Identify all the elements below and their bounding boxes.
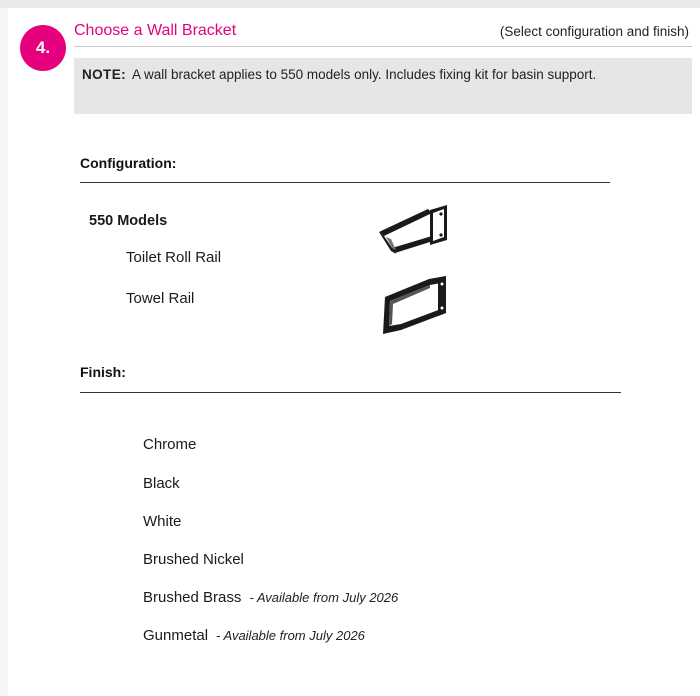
note-text: A wall bracket applies to 550 models onl… bbox=[132, 67, 597, 82]
towel-rail-bracket-icon bbox=[383, 276, 446, 334]
top-strip bbox=[0, 0, 700, 8]
finish-divider bbox=[80, 392, 621, 393]
step-number: 4. bbox=[35, 38, 51, 57]
configuration-option-towel-rail[interactable]: Towel Rail bbox=[126, 290, 194, 307]
note-box: NOTE: A wall bracket applies to 550 model… bbox=[74, 58, 692, 114]
finish-heading: Finish: bbox=[80, 364, 126, 380]
finish-option-label: Brushed Nickel bbox=[143, 551, 244, 568]
finish-option-black[interactable]: Black bbox=[143, 475, 180, 492]
note-label: NOTE: bbox=[82, 67, 126, 82]
models-group-label: 550 Models bbox=[89, 213, 168, 229]
finish-option-brushed-brass[interactable]: Brushed Brass - Available from July 2026 bbox=[143, 589, 398, 606]
finish-option-white[interactable]: White bbox=[143, 513, 181, 530]
finish-option-label: Black bbox=[143, 475, 180, 492]
section-hint: (Select configuration and finish) bbox=[499, 24, 689, 39]
finish-option-chrome[interactable]: Chrome bbox=[143, 436, 196, 453]
finish-option-label: White bbox=[143, 513, 182, 530]
availability-note: - Available from July 2026 bbox=[216, 628, 365, 643]
configuration-divider bbox=[80, 182, 610, 183]
header-divider bbox=[74, 46, 692, 47]
availability-note: - Available from July 2026 bbox=[249, 590, 399, 605]
finish-option-label: Brushed Brass bbox=[143, 589, 242, 606]
configuration-heading: Configuration: bbox=[80, 155, 177, 171]
configuration-option-toilet-roll-rail[interactable]: Toilet Roll Rail bbox=[126, 249, 221, 266]
step-number-badge: 4. bbox=[20, 25, 66, 71]
finish-option-brushed-nickel[interactable]: Brushed Nickel bbox=[143, 551, 244, 568]
section-title: Choose a Wall Bracket bbox=[74, 22, 237, 39]
finish-option-label: Chrome bbox=[143, 436, 197, 453]
toilet-roll-rail-bracket-icon bbox=[379, 205, 447, 254]
finish-option-label: Gunmetal bbox=[143, 627, 209, 644]
finish-option-gunmetal[interactable]: Gunmetal - Available from July 2026 bbox=[143, 627, 365, 644]
